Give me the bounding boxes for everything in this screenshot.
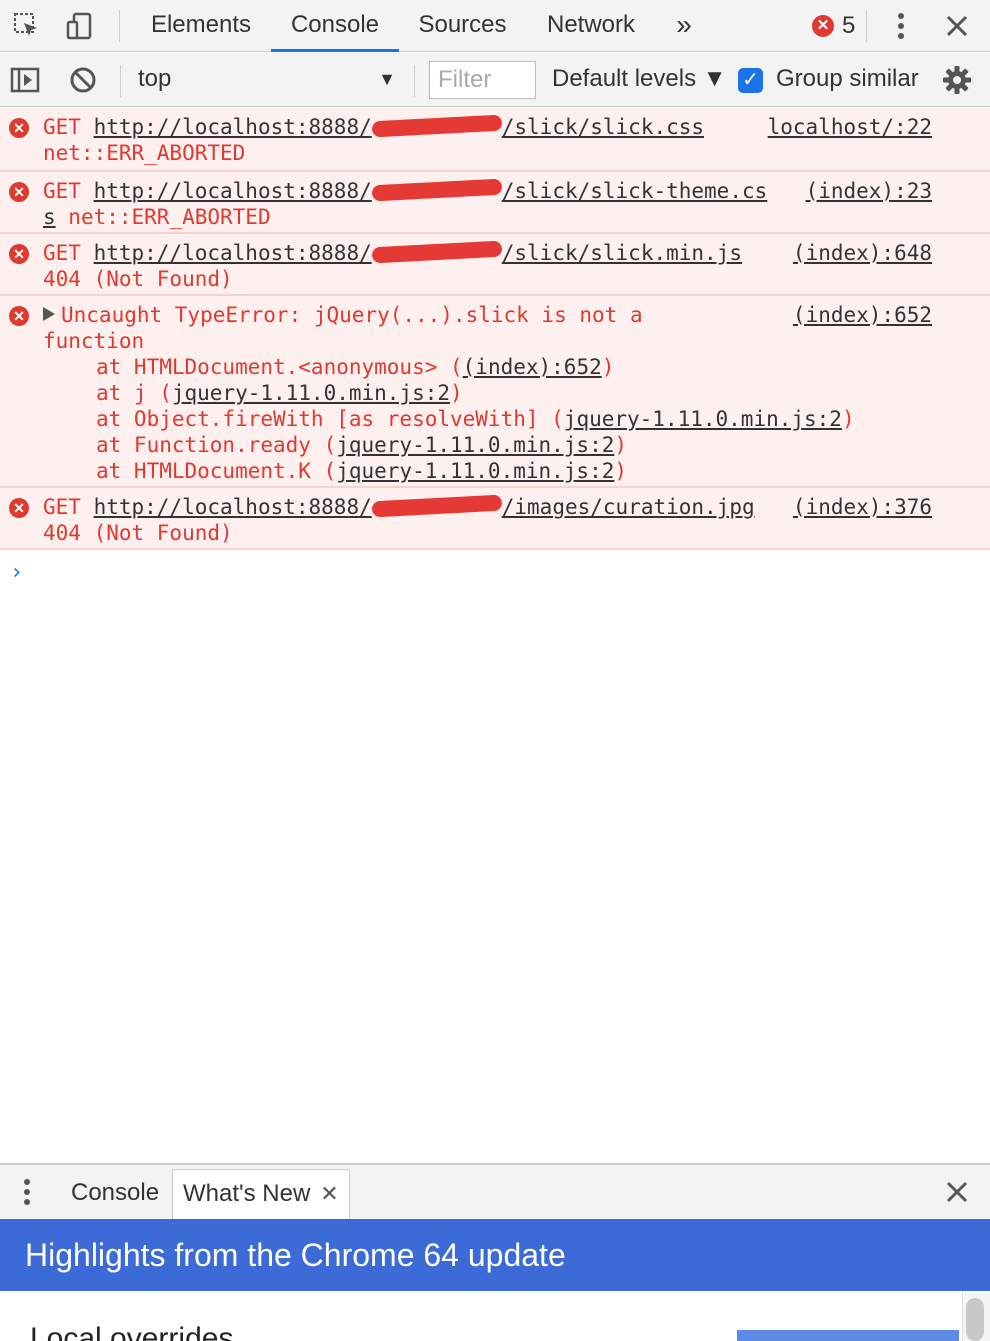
error-detail: 404 (Not Found) <box>43 267 233 291</box>
redaction-mark <box>371 494 503 518</box>
stack-frame: at j (jquery-1.11.0.min.js:2) <box>96 381 463 405</box>
error-detail: net::ERR_ABORTED <box>55 205 271 229</box>
console-prompt-chevron-icon[interactable]: › <box>10 560 23 585</box>
error-icon: ✕ <box>9 244 29 264</box>
drawer-tabbar: Console What's New ✕ <box>0 1163 990 1219</box>
error-detail: net::ERR_ABORTED <box>43 141 246 165</box>
error-icon: ✕ <box>9 118 29 138</box>
request-method: GET <box>43 241 81 265</box>
request-url-link-continued[interactable]: s <box>43 205 56 229</box>
console-settings-gear-icon[interactable] <box>940 63 974 97</box>
request-url-link[interactable]: http://localhost:8888//slick/slick.min.j… <box>94 240 742 265</box>
source-link[interactable]: (index):23 <box>806 178 932 204</box>
redaction-mark <box>371 114 503 138</box>
error-count: 5 <box>842 12 856 39</box>
toolbar-divider <box>414 65 415 97</box>
stack-frame-link[interactable]: (index):652 <box>463 355 602 379</box>
more-tabs-button[interactable]: » <box>666 0 702 52</box>
group-similar-checkbox[interactable]: ✓ <box>738 68 763 93</box>
error-text-continued: function <box>43 329 145 353</box>
kebab-menu-icon[interactable] <box>884 9 918 43</box>
tab-elements[interactable]: Elements <box>136 0 266 52</box>
device-toolbar-icon[interactable] <box>63 9 97 43</box>
request-url-link[interactable]: http://localhost:8888//images/curation.j… <box>94 494 755 519</box>
drawer-menu-icon[interactable] <box>10 1175 44 1209</box>
request-method: GET <box>43 495 81 519</box>
close-devtools-icon[interactable] <box>940 9 974 43</box>
stack-frame: at HTMLDocument.K (jquery-1.11.0.min.js:… <box>96 459 628 483</box>
tab-network[interactable]: Network <box>530 0 652 52</box>
expand-triangle-icon[interactable] <box>43 307 55 321</box>
filter-input[interactable] <box>429 61 536 99</box>
show-sidebar-icon[interactable] <box>8 63 42 97</box>
error-icon: ✕ <box>9 498 29 518</box>
drawer-tab-whats-new[interactable]: What's New ✕ <box>172 1169 350 1219</box>
close-drawer-icon[interactable] <box>940 1175 974 1209</box>
error-count-badge[interactable]: ✕ 5 <box>812 12 855 40</box>
stack-frame-link[interactable]: jquery-1.11.0.min.js:2 <box>564 407 842 431</box>
source-link[interactable]: (index):648 <box>793 240 932 266</box>
redaction-mark <box>371 178 503 202</box>
error-detail: 404 (Not Found) <box>43 521 233 545</box>
console-error-message: ✕ GET http://localhost:8888//images/cura… <box>0 488 990 550</box>
stack-frame: at Object.fireWith [as resolveWith] (jqu… <box>96 407 855 431</box>
source-link[interactable]: localhost/:22 <box>768 114 932 140</box>
console-error-message: ✕ GET http://localhost:8888//slick/slick… <box>0 108 990 172</box>
console-error-message: ✕ GET http://localhost:8888//slick/slick… <box>0 172 990 234</box>
tab-console[interactable]: Console <box>271 0 399 52</box>
request-url-link[interactable]: http://localhost:8888//slick/slick-theme… <box>94 178 767 203</box>
stack-frame-link[interactable]: jquery-1.11.0.min.js:2 <box>172 381 450 405</box>
error-icon: ✕ <box>9 306 29 326</box>
dropdown-arrow-icon: ▼ <box>378 69 396 89</box>
stack-frame-link[interactable]: jquery-1.11.0.min.js:2 <box>336 459 614 483</box>
log-levels-dropdown[interactable]: Default levels ▼ <box>552 53 727 107</box>
stack-trace: at HTMLDocument.<anonymous> ((index):652… <box>43 354 990 484</box>
stack-frame: at HTMLDocument.<anonymous> ((index):652… <box>96 355 615 379</box>
error-text: Uncaught TypeError: jQuery(...).slick is… <box>61 303 643 327</box>
redaction-mark <box>371 240 503 264</box>
request-url-link[interactable]: http://localhost:8888//slick/slick.css <box>94 114 704 139</box>
clear-console-icon[interactable] <box>66 63 100 97</box>
context-selector[interactable]: top ▼ <box>128 53 408 107</box>
toolbar-divider <box>866 10 867 42</box>
feature-thumbnail <box>737 1330 959 1341</box>
close-tab-icon[interactable]: ✕ <box>320 1181 338 1206</box>
group-similar-label: Group similar <box>776 65 919 92</box>
inspect-element-icon[interactable] <box>10 9 44 43</box>
source-link[interactable]: (index):376 <box>793 494 932 520</box>
drawer-tab-label: What's New <box>183 1180 311 1207</box>
request-method: GET <box>43 179 81 203</box>
error-icon: ✕ <box>9 182 29 202</box>
source-link[interactable]: (index):652 <box>793 302 932 328</box>
stack-frame-link[interactable]: jquery-1.11.0.min.js:2 <box>336 433 614 457</box>
devtools-tabbar: Elements Console Sources Network » ✕ 5 <box>0 0 990 52</box>
stack-frame: at Function.ready (jquery-1.11.0.min.js:… <box>96 433 628 457</box>
tab-sources[interactable]: Sources <box>404 0 521 52</box>
context-value: top <box>138 65 172 92</box>
whats-new-banner: Highlights from the Chrome 64 update <box>0 1219 990 1291</box>
toolbar-divider <box>120 65 121 97</box>
console-messages: ✕ GET http://localhost:8888//slick/slick… <box>0 108 990 550</box>
scrollbar-thumb[interactable] <box>966 1298 984 1341</box>
console-error-message: ✕ GET http://localhost:8888//slick/slick… <box>0 234 990 296</box>
section-title: Local overrides <box>30 1322 234 1341</box>
console-toolbar: top ▼ Default levels ▼ ✓ Group similar <box>0 53 990 107</box>
toolbar-divider <box>119 10 120 42</box>
drawer-tab-console[interactable]: Console <box>61 1169 169 1219</box>
request-method: GET <box>43 115 81 139</box>
console-error-message: ✕ Uncaught TypeError: jQuery(...).slick … <box>0 296 990 488</box>
error-icon: ✕ <box>812 15 834 37</box>
